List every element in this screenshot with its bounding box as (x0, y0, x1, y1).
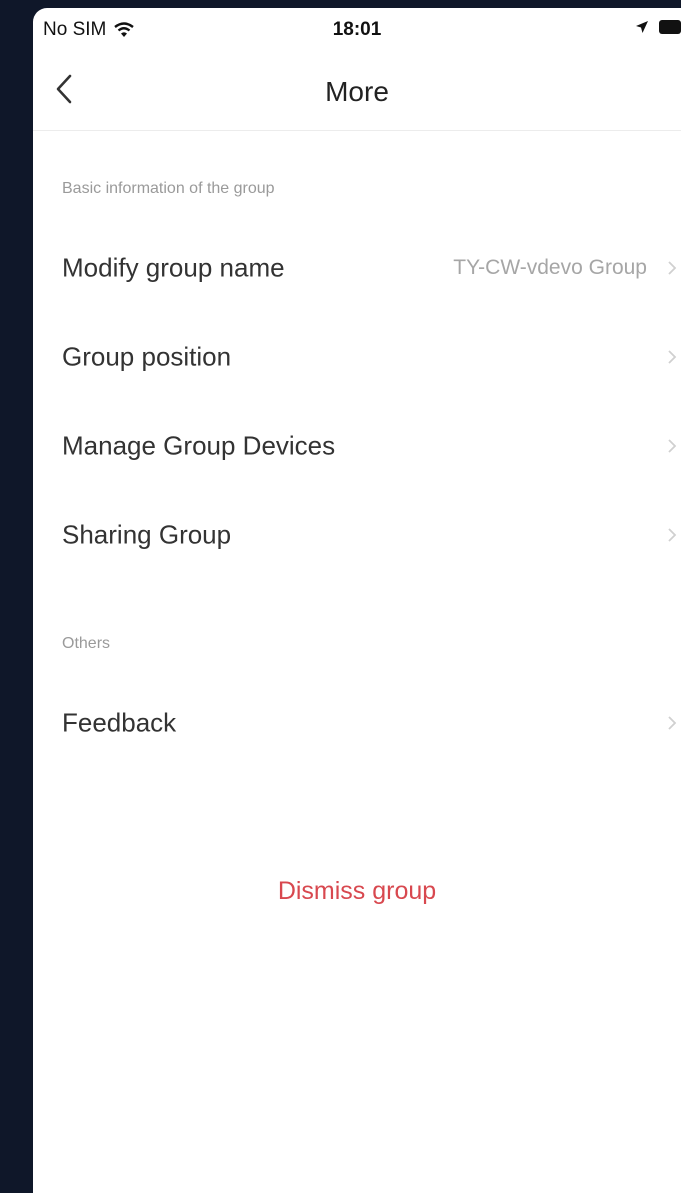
row-label: Feedback (62, 707, 177, 738)
row-label: Group position (62, 341, 232, 372)
location-arrow-icon (636, 21, 648, 33)
status-right-group (635, 20, 681, 34)
chevron-right-icon (668, 716, 677, 730)
row-feedback[interactable]: Feedback (33, 679, 681, 767)
status-time: 18:01 (332, 19, 382, 40)
battery-icon (659, 20, 681, 34)
row-label: Modify group name (62, 252, 285, 283)
section-header-others: Others (62, 635, 111, 652)
row-manage-group-devices[interactable]: Manage Group Devices (33, 402, 681, 490)
dismiss-group-button[interactable]: Dismiss group (33, 866, 681, 916)
row-group-position[interactable]: Group position (33, 313, 681, 401)
chevron-right-icon (668, 261, 677, 275)
navigation-bar: More (33, 52, 681, 131)
chevron-right-icon (668, 439, 677, 453)
row-label: Sharing Group (62, 519, 232, 550)
chevron-right-icon (668, 528, 677, 542)
row-modify-group-name[interactable]: Modify group name TY-CW-vdevo Group (33, 224, 681, 312)
status-bar: No SIM 18:01 (33, 8, 681, 52)
group-name-value: TY-CW-vdevo Group (453, 256, 647, 279)
section-header-basic: Basic information of the group (62, 180, 275, 197)
phone-screen: No SIM 18:01 More Basic information of t… (33, 8, 681, 1193)
chevron-right-icon (668, 350, 677, 364)
page-title: More (325, 76, 389, 107)
row-label: Manage Group Devices (62, 430, 336, 461)
row-sharing-group[interactable]: Sharing Group (33, 491, 681, 579)
